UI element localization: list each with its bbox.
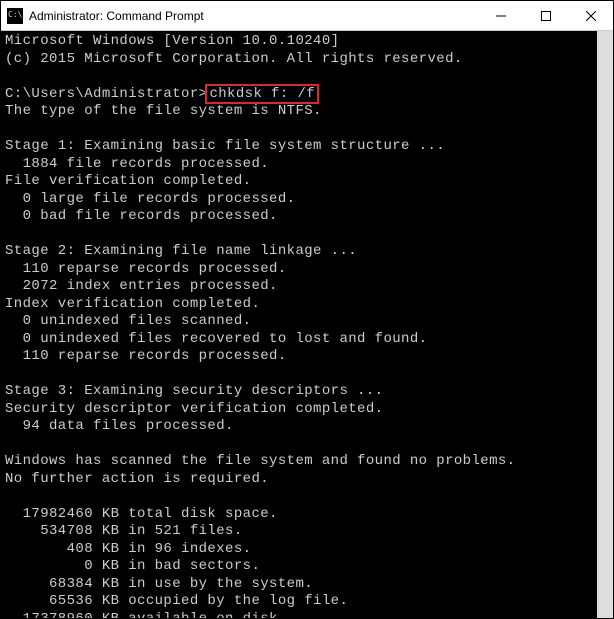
terminal-line: File verification completed.: [5, 173, 593, 191]
terminal-line: 1884 file records processed.: [5, 156, 593, 174]
terminal-line: Stage 1: Examining basic file system str…: [5, 138, 593, 156]
vertical-scrollbar[interactable]: [597, 31, 613, 618]
terminal-line: Stage 2: Examining file name linkage ...: [5, 243, 593, 261]
terminal-line: 534708 KB in 521 files.: [5, 523, 593, 541]
terminal-line: 17982460 KB total disk space.: [5, 506, 593, 524]
close-button[interactable]: [568, 1, 613, 30]
terminal-line: 17378960 KB available on disk.: [5, 611, 593, 619]
terminal-line: 94 data files processed.: [5, 418, 593, 436]
terminal-line: [5, 488, 593, 506]
terminal-line: 110 reparse records processed.: [5, 261, 593, 279]
terminal-line: The type of the file system is NTFS.: [5, 103, 593, 121]
terminal-output[interactable]: Microsoft Windows [Version 10.0.10240](c…: [1, 31, 597, 618]
command-prompt-window: Administrator: Command Prompt Microsoft …: [0, 0, 614, 619]
terminal-line: Security descriptor verification complet…: [5, 401, 593, 419]
terminal-line: Microsoft Windows [Version 10.0.10240]: [5, 33, 593, 51]
terminal-line: [5, 121, 593, 139]
terminal-line: Windows has scanned the file system and …: [5, 453, 593, 471]
terminal-line: 110 reparse records processed.: [5, 348, 593, 366]
terminal-line: No further action is required.: [5, 471, 593, 489]
minimize-button[interactable]: [478, 1, 523, 30]
terminal-line: 65536 KB occupied by the log file.: [5, 593, 593, 611]
terminal-line: 0 bad file records processed.: [5, 208, 593, 226]
window-title: Administrator: Command Prompt: [29, 9, 478, 23]
terminal-line: [5, 366, 593, 384]
terminal-line: Index verification completed.: [5, 296, 593, 314]
titlebar[interactable]: Administrator: Command Prompt: [1, 1, 613, 31]
terminal-line: (c) 2015 Microsoft Corporation. All righ…: [5, 51, 593, 69]
terminal-line: [5, 68, 593, 86]
terminal-line: 408 KB in 96 indexes.: [5, 541, 593, 559]
terminal-line: [5, 436, 593, 454]
prompt-line: C:\Users\Administrator>chkdsk f: /f: [5, 86, 593, 104]
terminal-line: 0 unindexed files recovered to lost and …: [5, 331, 593, 349]
terminal-line: 0 large file records processed.: [5, 191, 593, 209]
prompt-prefix: C:\Users\Administrator>: [5, 86, 207, 102]
maximize-button[interactable]: [523, 1, 568, 30]
terminal-line: 0 unindexed files scanned.: [5, 313, 593, 331]
terminal-line: [5, 226, 593, 244]
cmd-icon: [7, 8, 23, 24]
terminal-line: 2072 index entries processed.: [5, 278, 593, 296]
terminal-line: Stage 3: Examining security descriptors …: [5, 383, 593, 401]
terminal-line: 68384 KB in use by the system.: [5, 576, 593, 594]
terminal-line: 0 KB in bad sectors.: [5, 558, 593, 576]
highlighted-command: chkdsk f: /f: [205, 84, 319, 104]
